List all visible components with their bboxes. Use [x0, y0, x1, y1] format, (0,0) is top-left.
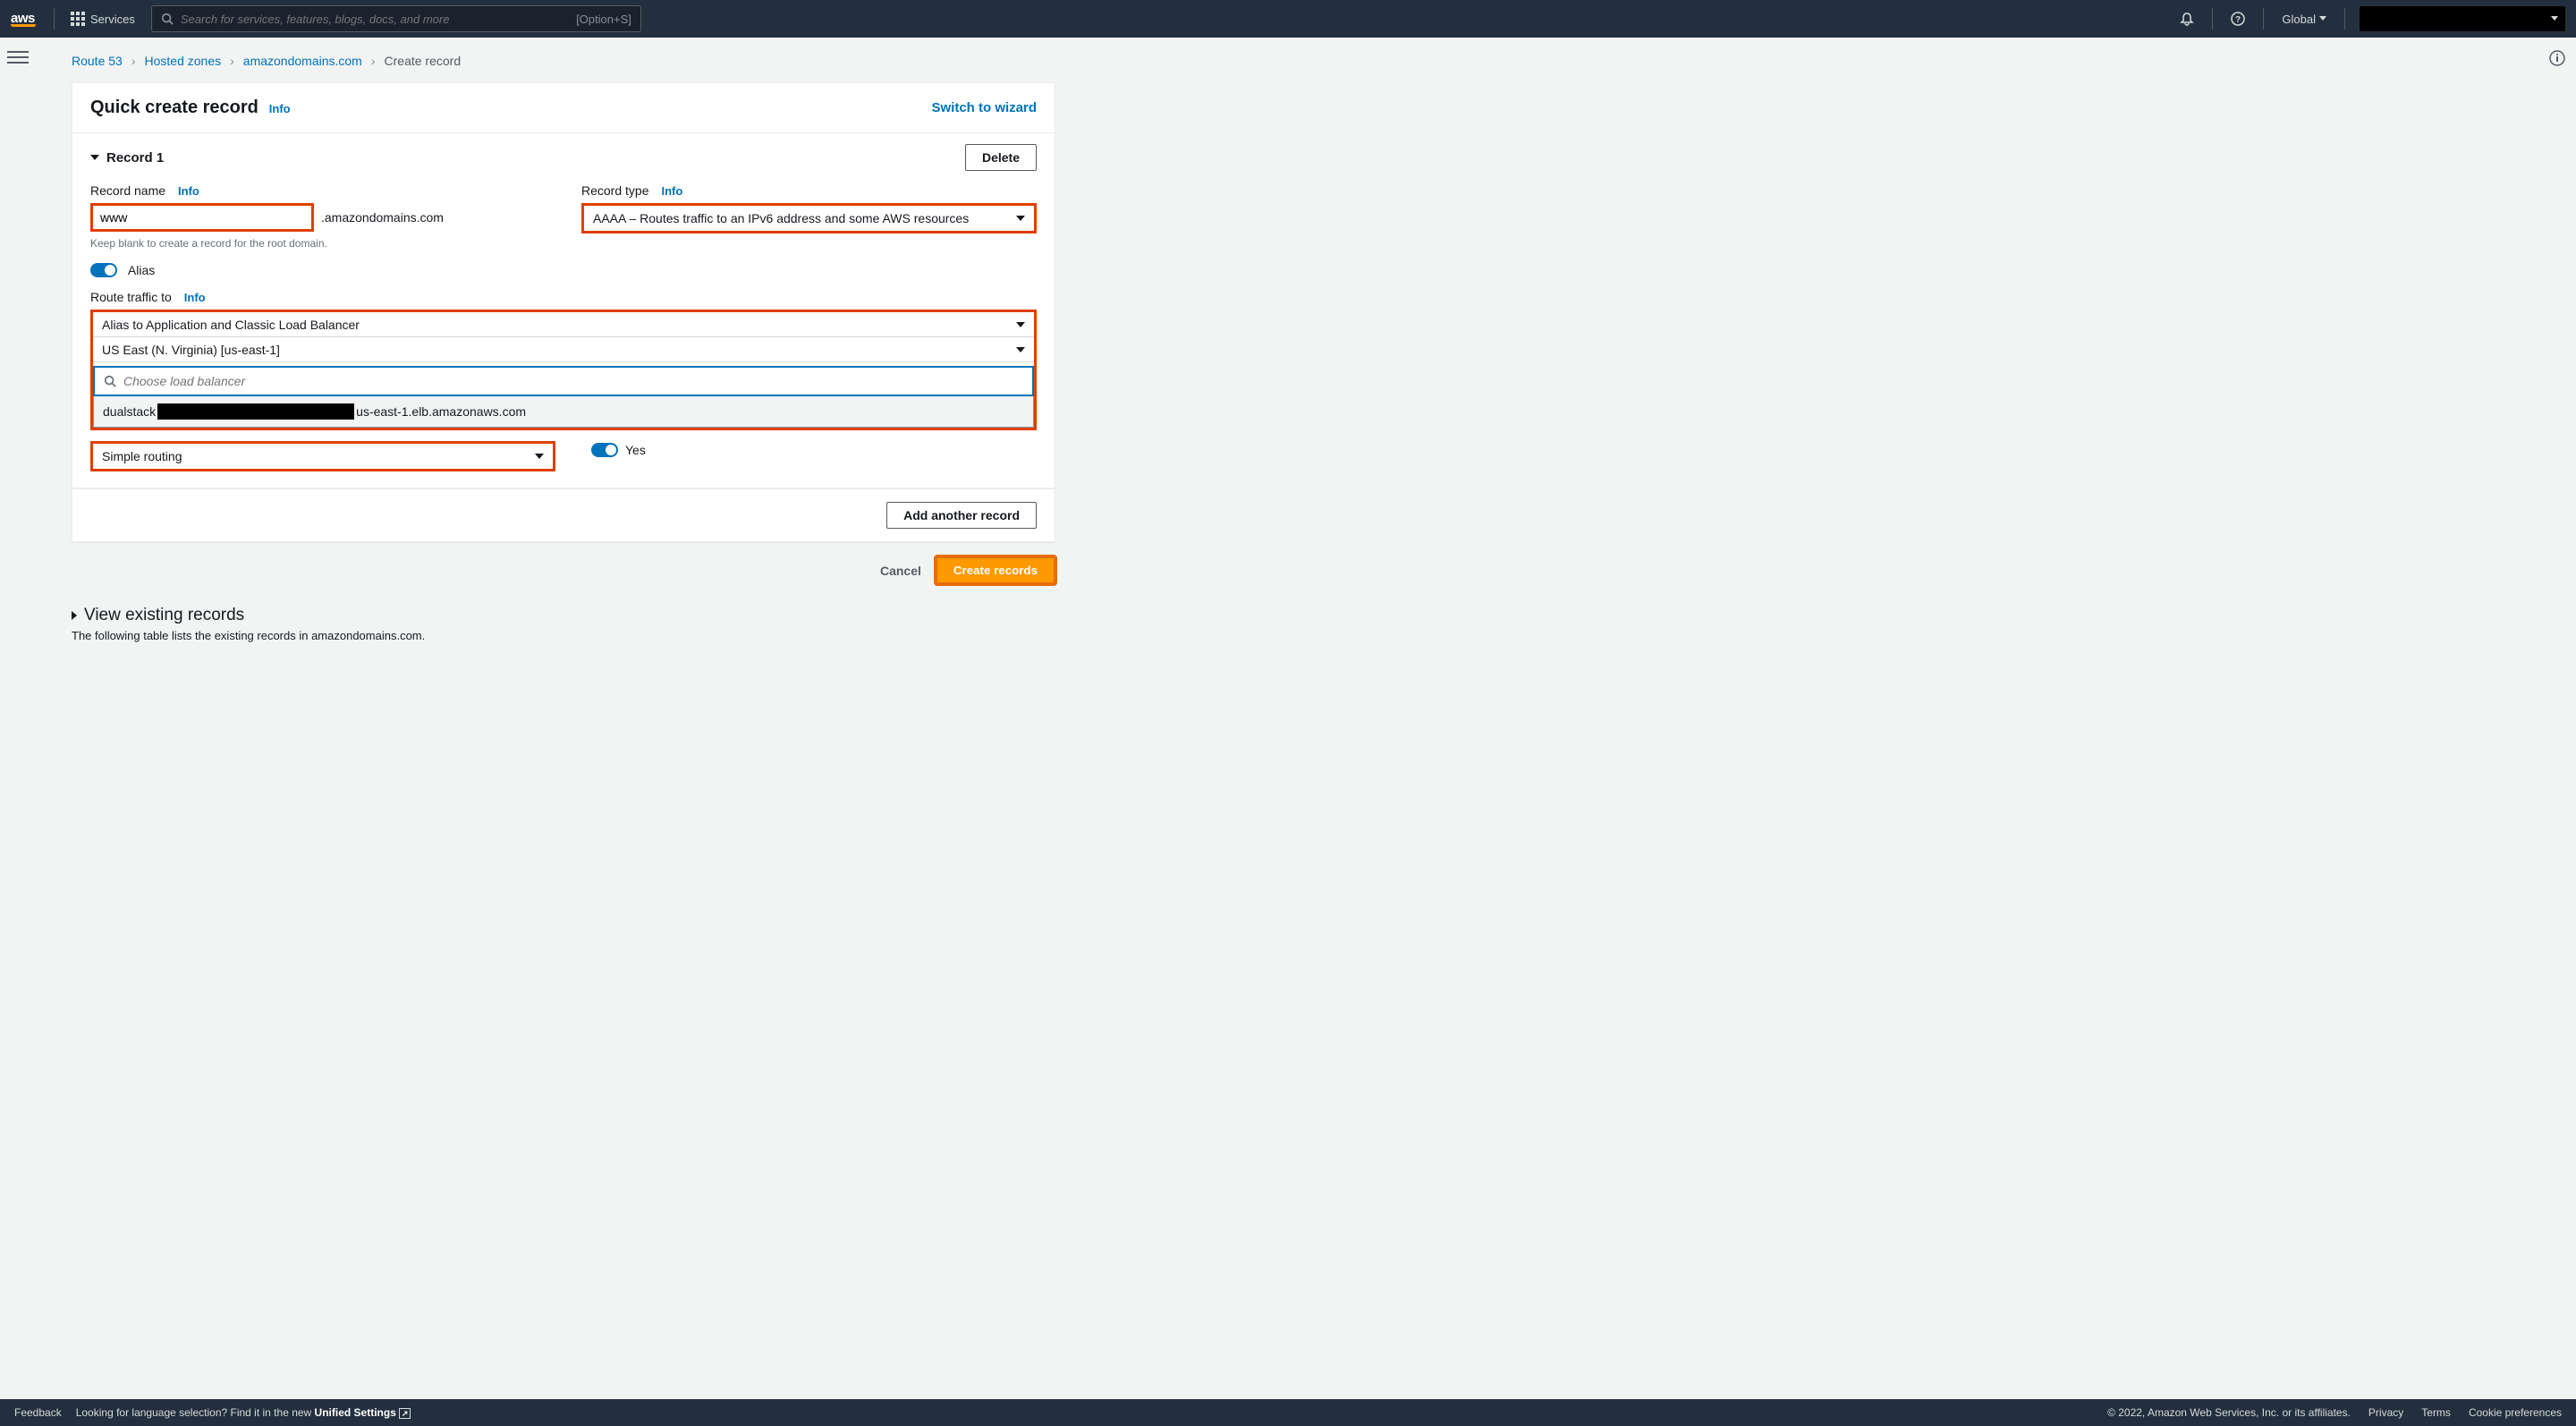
external-link-icon: ↗ [399, 1408, 411, 1419]
chevron-down-icon [1016, 216, 1025, 221]
caret-right-icon [72, 611, 77, 620]
feedback-link[interactable]: Feedback [14, 1406, 62, 1419]
record-type-select[interactable]: AAAA – Routes traffic to an IPv6 address… [584, 206, 1034, 231]
search-bar[interactable]: [Option+S] [151, 5, 641, 32]
panel-footer: Add another record [72, 488, 1055, 541]
lb-option-prefix: dualstack [103, 404, 156, 419]
lb-option-suffix: us-east-1.elb.amazonaws.com [356, 404, 526, 419]
record-title: Record 1 [106, 150, 164, 166]
create-record-panel: Quick create record Info Switch to wizar… [72, 82, 1055, 542]
unified-settings-link[interactable]: Unified Settings↗ [315, 1406, 411, 1419]
cookie-preferences-link[interactable]: Cookie preferences [2469, 1406, 2562, 1419]
create-records-button[interactable]: Create records [936, 556, 1055, 584]
alias-target-select[interactable]: Alias to Application and Classic Load Ba… [93, 312, 1034, 337]
nav-divider [2263, 8, 2264, 30]
load-balancer-dropdown: dualstack us-east-1.elb.amazonaws.com [93, 396, 1034, 428]
search-icon [104, 375, 116, 387]
copyright-text: © 2022, Amazon Web Services, Inc. or its… [2107, 1406, 2351, 1419]
switch-to-wizard-link[interactable]: Switch to wizard [931, 100, 1037, 115]
info-panel-icon[interactable] [2549, 50, 2565, 66]
route-traffic-label: Route traffic to [90, 290, 172, 304]
record-name-suffix: .amazondomains.com [321, 210, 444, 225]
view-existing-toggle[interactable]: View existing records [72, 606, 1055, 625]
services-button[interactable]: Services [64, 8, 142, 30]
delete-button[interactable]: Delete [965, 144, 1037, 171]
account-menu[interactable] [2360, 6, 2565, 31]
view-existing-section: View existing records The following tabl… [72, 606, 1055, 642]
page-actions: Cancel Create records [72, 556, 1055, 584]
footer-bar: Feedback Looking for language selection?… [0, 1399, 2576, 1426]
view-existing-subtitle: The following table lists the existing r… [72, 629, 1055, 642]
alias-label: Alias [128, 263, 155, 277]
page-title: Quick create record [90, 98, 258, 117]
chevron-down-icon [1016, 322, 1025, 327]
evaluate-health-label: Yes [625, 443, 646, 457]
svg-text:?: ? [2235, 15, 2241, 25]
notifications-icon[interactable] [2171, 12, 2203, 26]
chevron-right-icon: › [230, 54, 234, 68]
record-type-label: Record type [581, 183, 648, 198]
breadcrumb-current: Create record [385, 54, 462, 68]
nav-divider [2344, 8, 2345, 30]
panel-header: Quick create record Info Switch to wizar… [72, 83, 1055, 133]
caret-down-icon [90, 155, 99, 160]
load-balancer-combobox[interactable] [93, 366, 1034, 396]
add-another-record-button[interactable]: Add another record [886, 502, 1037, 529]
routing-policy-value: Simple routing [102, 449, 182, 463]
route-traffic-group: Alias to Application and Classic Load Ba… [90, 310, 1037, 430]
cancel-button[interactable]: Cancel [880, 564, 921, 578]
breadcrumb-link[interactable]: Route 53 [72, 54, 123, 68]
alias-target-value: Alias to Application and Classic Load Ba… [102, 318, 360, 332]
grid-icon [71, 12, 85, 26]
routing-policy-wrap: Simple routing [90, 441, 555, 471]
breadcrumb-link[interactable]: amazondomains.com [243, 54, 362, 68]
routing-policy-select[interactable]: Simple routing [93, 444, 553, 469]
privacy-link[interactable]: Privacy [2368, 1406, 2403, 1419]
services-label: Services [90, 13, 135, 26]
record-name-label: Record name [90, 183, 165, 198]
evaluate-health-toggle[interactable] [591, 443, 618, 457]
nav-divider [54, 8, 55, 30]
region-value: US East (N. Virginia) [us-east-1] [102, 343, 280, 357]
side-menu-toggle[interactable] [7, 47, 29, 68]
chevron-down-icon [2319, 16, 2326, 21]
region-label: Global [2282, 13, 2316, 26]
load-balancer-option[interactable]: dualstack us-east-1.elb.amazonaws.com [94, 396, 1033, 427]
chevron-down-icon [535, 454, 544, 459]
chevron-right-icon: › [371, 54, 376, 68]
region-selector[interactable]: Global [2273, 13, 2335, 26]
breadcrumb: Route 53 › Hosted zones › amazondomains.… [72, 54, 2540, 68]
help-icon[interactable]: ? [2222, 12, 2254, 26]
record-header-toggle[interactable]: Record 1 [90, 150, 164, 166]
load-balancer-input[interactable] [123, 374, 1023, 388]
info-link[interactable]: Info [184, 291, 206, 304]
record-type-select-wrap: AAAA – Routes traffic to an IPv6 address… [581, 203, 1037, 233]
record-name-hint: Keep blank to create a record for the ro… [90, 237, 546, 250]
terms-link[interactable]: Terms [2421, 1406, 2451, 1419]
region-select[interactable]: US East (N. Virginia) [us-east-1] [93, 337, 1034, 362]
chevron-down-icon [2551, 16, 2558, 21]
redacted-text [157, 403, 354, 420]
chevron-down-icon [1016, 347, 1025, 352]
record-type-value: AAAA – Routes traffic to an IPv6 address… [593, 211, 969, 225]
record-name-input[interactable] [90, 203, 314, 232]
aws-logo[interactable]: aws [11, 11, 36, 27]
search-icon [161, 13, 174, 25]
info-link[interactable]: Info [269, 102, 291, 115]
lang-prompt: Looking for language selection? Find it … [76, 1406, 411, 1419]
alias-toggle[interactable] [90, 263, 117, 277]
info-link[interactable]: Info [178, 184, 199, 198]
search-shortcut: [Option+S] [576, 13, 631, 26]
view-existing-title: View existing records [84, 606, 244, 625]
breadcrumb-link[interactable]: Hosted zones [145, 54, 222, 68]
info-link[interactable]: Info [661, 184, 682, 198]
search-input[interactable] [181, 13, 576, 26]
record-1-section: Record 1 Delete Record name Info .amazon… [72, 133, 1055, 488]
top-nav: aws Services [Option+S] ? Global [0, 0, 2576, 38]
nav-divider [2212, 8, 2213, 30]
chevron-right-icon: › [131, 54, 136, 68]
